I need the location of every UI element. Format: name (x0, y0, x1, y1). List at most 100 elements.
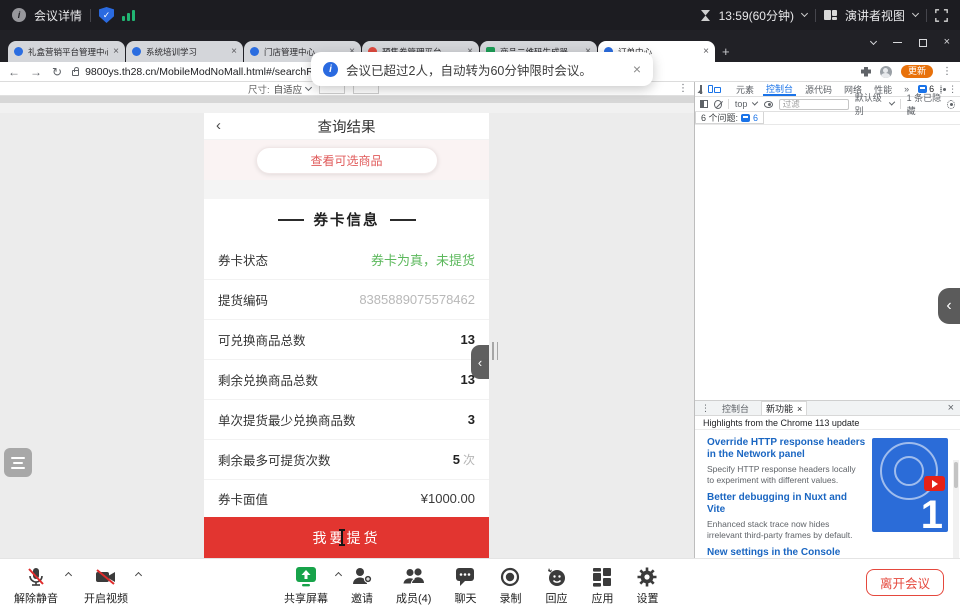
unmute-button[interactable]: 解除静音 (14, 565, 58, 606)
console-sidebar-icon[interactable] (700, 100, 708, 108)
devtools-menu-icon[interactable]: ⋮ (948, 84, 957, 95)
clear-console-icon[interactable] (714, 100, 722, 109)
invite-label: 邀请 (351, 590, 373, 606)
console-filter-input[interactable] (779, 99, 849, 110)
coupon-info-card: 券卡信息 券卡状态 券卡为真，未提货 提货编码 8385889075578462… (204, 199, 489, 558)
thumbnail-number: 1 (921, 493, 943, 532)
view-products-button[interactable]: 查看可选商品 (256, 147, 438, 174)
annotation-toolbar-button[interactable] (4, 448, 32, 477)
row-label: 可兑换商品总数 (218, 330, 306, 349)
settings-button[interactable]: 设置 (636, 565, 658, 606)
viewport-resize-handle[interactable] (492, 342, 498, 360)
drawer-close-icon[interactable]: × (948, 402, 954, 414)
context-dropdown-icon[interactable] (752, 99, 759, 106)
video-thumbnail[interactable]: 1 (872, 438, 948, 532)
tab-close-icon[interactable]: × (113, 47, 119, 57)
drawer-tabbar: ⋮ 控制台 新功能 × × (695, 401, 960, 416)
fullscreen-icon[interactable] (935, 9, 948, 22)
tab-close-icon[interactable]: × (231, 47, 237, 57)
leave-meeting-button[interactable]: 离开会议 (866, 569, 944, 596)
browser-tab[interactable]: 系统培训学习 × (126, 41, 243, 62)
device-toolbar-icon[interactable] (708, 85, 721, 93)
page-title: 查询结果 (318, 116, 376, 137)
tab-console[interactable]: 控制台 (763, 82, 796, 96)
issues-counter[interactable]: 6 个问题: 6 (695, 112, 764, 124)
inspect-element-icon[interactable] (700, 85, 702, 94)
start-video-label: 开启视频 (84, 590, 128, 606)
meeting-details-label[interactable]: 会议详情 (34, 7, 82, 24)
console-output-area[interactable] (695, 125, 960, 395)
tab-elements[interactable]: 元素 (733, 82, 757, 96)
view-mode-label[interactable]: 演讲者视图 (845, 7, 905, 24)
view-dropdown-icon[interactable] (912, 10, 919, 17)
info-row: 可兑换商品总数 13 (204, 320, 489, 360)
audio-options-icon[interactable] (65, 572, 72, 579)
toast-close-icon[interactable]: × (633, 61, 641, 77)
pickup-button-label: 我要提货 (313, 528, 381, 548)
console-settings-icon[interactable] (947, 100, 955, 109)
reactions-button[interactable]: 回应 (544, 565, 568, 606)
participants-button[interactable]: 成员(4) (396, 565, 431, 606)
drawer-tab-whatsnew[interactable]: 新功能 × (761, 401, 807, 415)
window-minimize-icon[interactable] (893, 42, 902, 44)
video-options-icon[interactable] (135, 572, 142, 579)
zoom-panel-handle[interactable]: ‹ (938, 288, 960, 324)
participants-icon (401, 565, 427, 589)
window-close-icon[interactable]: × (944, 37, 950, 48)
device-bar-menu-icon[interactable]: ⋮ (678, 84, 688, 94)
drawer-scrollbar[interactable] (953, 460, 959, 559)
profile-avatar[interactable] (880, 66, 892, 78)
share-screen-label: 共享屏幕 (284, 590, 328, 606)
share-screen-button[interactable]: 共享屏幕 (284, 565, 328, 606)
divider (926, 9, 927, 22)
reload-icon[interactable]: ↻ (52, 66, 62, 78)
article-title-link[interactable]: Override HTTP response headers in the Ne… (707, 437, 867, 461)
drawer-tab-console[interactable]: 控制台 (718, 401, 753, 415)
timer-dropdown-icon[interactable] (801, 10, 808, 17)
invite-button[interactable]: 邀请 (351, 565, 373, 606)
encryption-shield-icon[interactable]: ✓ (99, 7, 114, 23)
meeting-info-icon[interactable]: i (12, 8, 26, 22)
viewport-scrollbar[interactable] (0, 96, 694, 103)
dimensions-mode[interactable]: 自适应 (274, 82, 303, 96)
forward-icon[interactable]: → (30, 66, 42, 78)
play-button-icon[interactable] (924, 476, 945, 491)
article-body: Enhanced stack trace now hides irrelevan… (707, 519, 865, 540)
pickup-button[interactable]: 我要提货 (204, 517, 489, 558)
record-button[interactable]: 录制 (499, 565, 521, 606)
browser-menu-icon[interactable]: ⋮ (942, 67, 952, 77)
row-value: 3 (468, 412, 475, 427)
console-toolbar: top 默认级别 1 条已隐藏 (695, 97, 960, 112)
window-maximize-icon[interactable] (919, 39, 927, 47)
apps-button[interactable]: 应用 (591, 565, 613, 606)
context-selector[interactable]: top (735, 99, 748, 109)
level-dropdown-icon[interactable] (888, 99, 895, 106)
info-row: 券卡状态 券卡为真，未提货 (204, 240, 489, 280)
new-tab-button[interactable]: + (722, 44, 730, 59)
settings-label: 设置 (636, 590, 658, 606)
divider (90, 9, 91, 22)
info-row: 提货编码 8385889075578462 (204, 280, 489, 320)
extensions-icon[interactable] (861, 67, 871, 77)
back-icon[interactable]: ← (8, 66, 20, 78)
share-options-icon[interactable] (335, 572, 342, 579)
title-dash (390, 219, 416, 221)
live-expression-icon[interactable] (764, 101, 773, 108)
dimensions-dropdown-icon[interactable] (305, 83, 312, 90)
browser-tab[interactable]: 礼盒营销平台管理中心 × (8, 41, 125, 62)
back-chevron-icon[interactable]: ‹ (216, 117, 221, 134)
chrome-update-button[interactable]: 更新 (901, 65, 933, 78)
page-side-handle[interactable]: ‹ (471, 345, 489, 379)
tab-close-icon[interactable]: × (703, 47, 709, 57)
start-video-button[interactable]: 开启视频 (84, 565, 128, 606)
log-level-selector[interactable]: 默认级别 (855, 91, 884, 117)
chat-button[interactable]: 聊天 (454, 565, 476, 606)
hourglass-icon (700, 9, 711, 22)
article-title-link[interactable]: Better debugging in Nuxt and Vite (707, 492, 867, 516)
devtools-settings-icon[interactable] (940, 85, 942, 94)
drawer-menu-icon[interactable]: ⋮ (701, 403, 710, 414)
drawer-tab-close-icon[interactable]: × (797, 404, 802, 414)
tab-sources[interactable]: 源代码 (802, 82, 835, 96)
window-menu-icon[interactable] (871, 42, 876, 44)
pill-band: 查看可选商品 (204, 140, 489, 180)
